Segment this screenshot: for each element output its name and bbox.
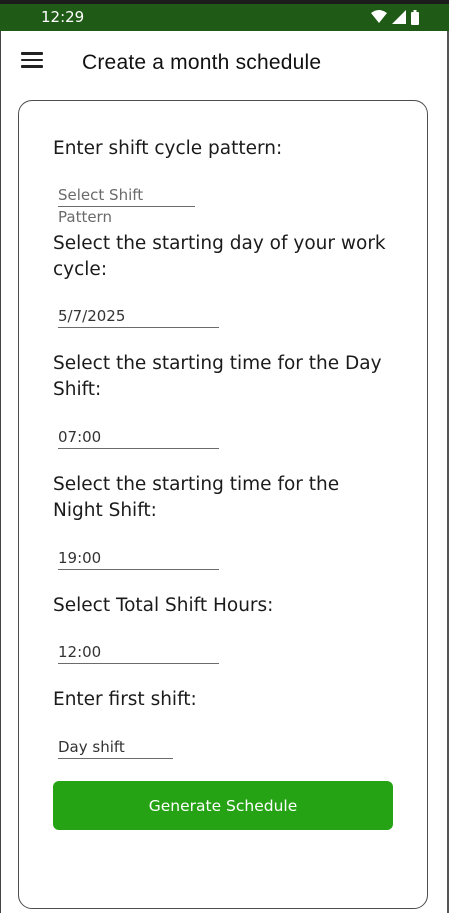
status-time: 12:29 [41,8,85,26]
first-shift-label: Enter first shift: [53,689,197,710]
shift-pattern-label: Enter shift cycle pattern: [53,138,283,159]
day-shift-time-label: Select the starting time for the Day Shi… [53,353,382,400]
generate-schedule-button[interactable]: Generate Schedule [53,781,393,830]
battery-icon [411,9,419,25]
hamburger-menu-icon[interactable] [21,52,43,70]
app-bar: Create a month schedule [0,31,449,97]
first-shift-picker[interactable]: Day shift [58,736,173,759]
night-shift-time-label: Select the starting time for the Night S… [53,474,340,521]
day-shift-time-picker[interactable]: 07:00 [58,426,219,449]
status-bar: 12:29 [0,0,449,31]
wifi-icon [371,10,387,23]
total-hours-label: Select Total Shift Hours: [53,595,274,616]
page-title: Create a month schedule [82,51,322,74]
start-day-picker[interactable]: 5/7/2025 [58,305,219,328]
window-edge-left [0,31,1,913]
status-icons [371,9,419,25]
shift-pattern-picker[interactable]: Select Shift Pattern [58,184,195,226]
start-day-label: Select the starting day of your work cyc… [53,233,386,280]
night-shift-time-picker[interactable]: 19:00 [58,547,219,570]
total-hours-picker[interactable]: 12:00 [58,641,219,664]
signal-icon [392,10,406,24]
